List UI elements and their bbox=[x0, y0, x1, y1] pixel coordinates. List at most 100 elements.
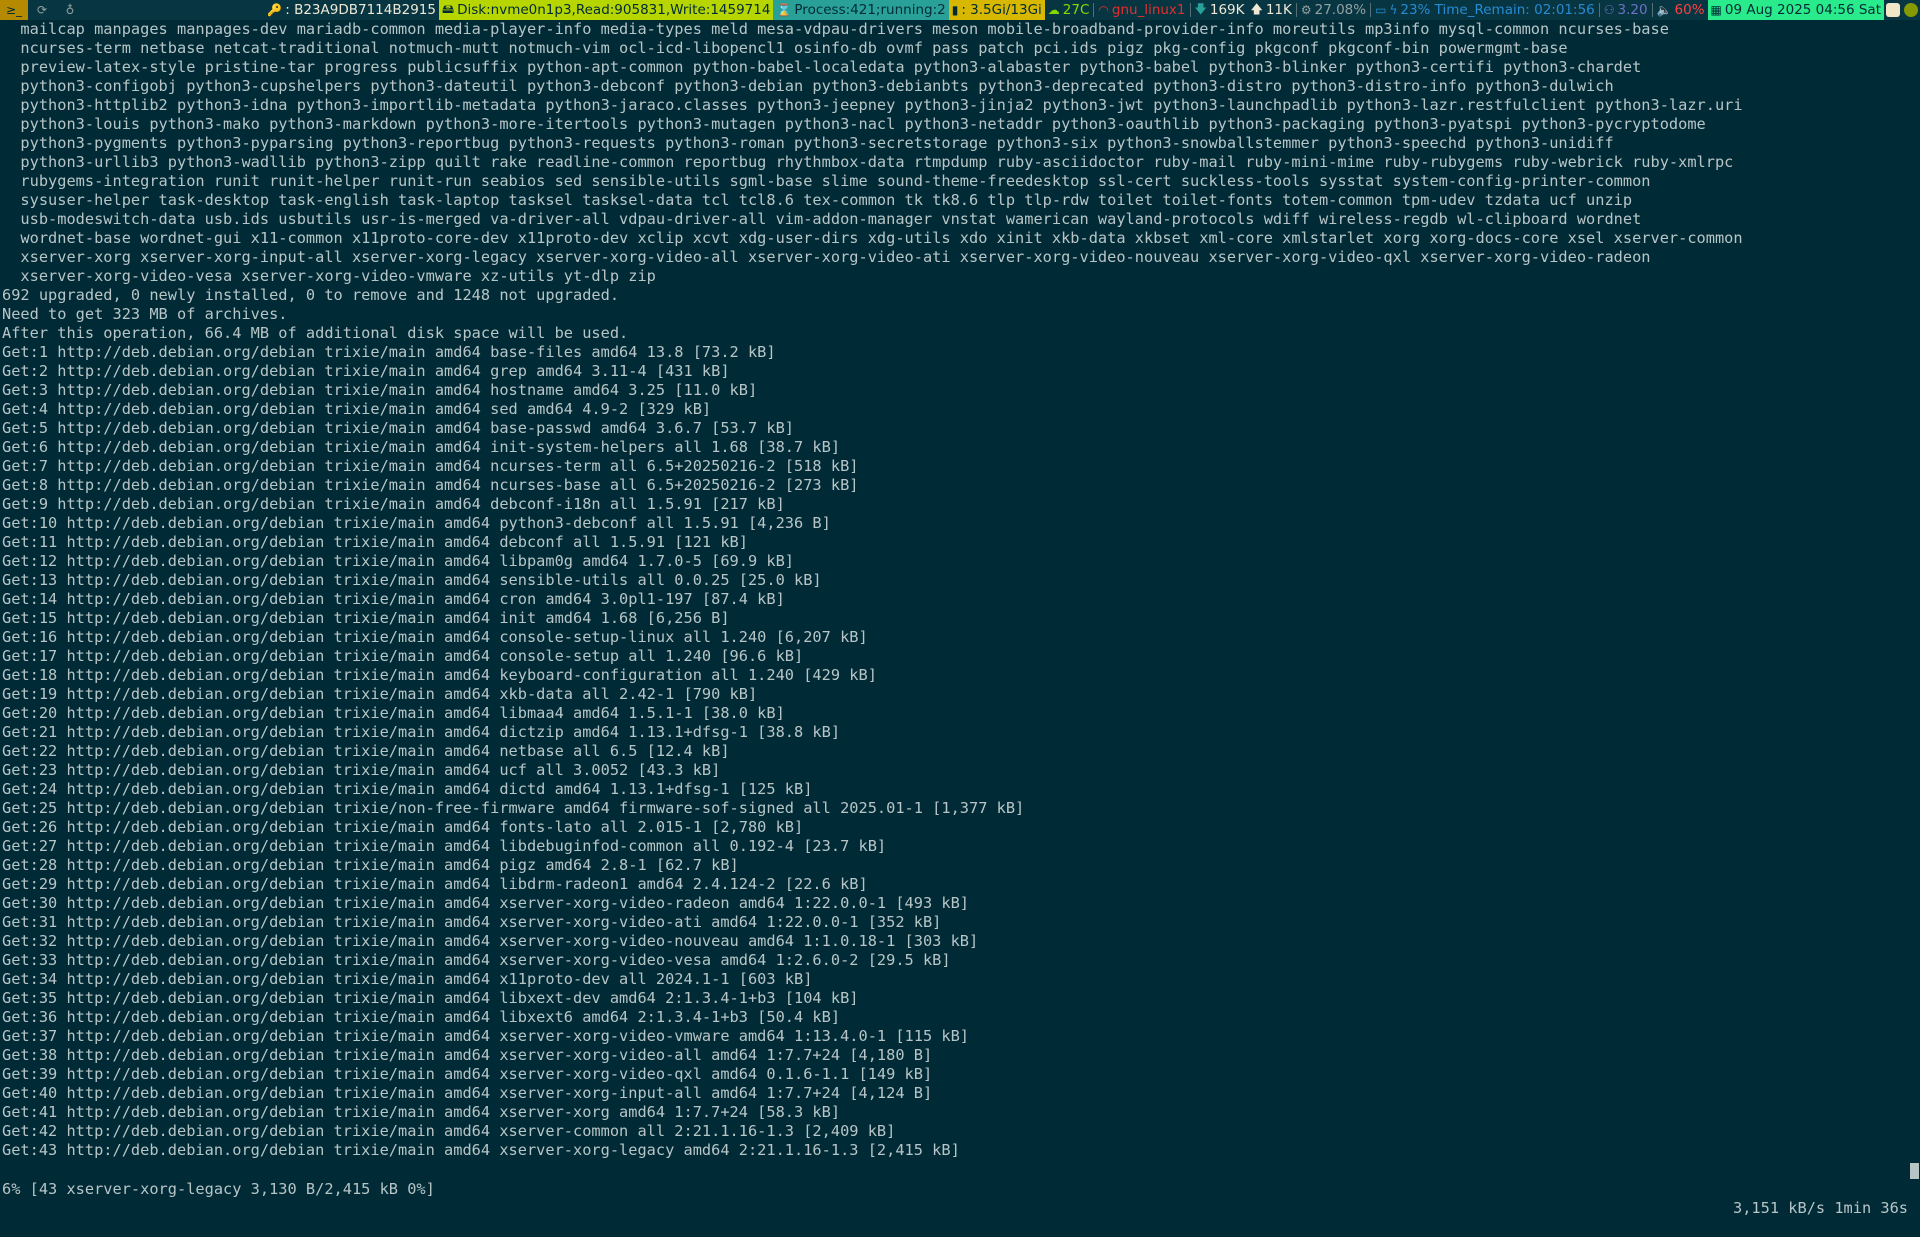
speaker-icon: 🔈 bbox=[1656, 3, 1672, 17]
tray-network-icon[interactable] bbox=[1904, 3, 1918, 17]
upload-rate: 11K bbox=[1265, 2, 1292, 18]
terminal-line: Get:38 http://deb.debian.org/debian trix… bbox=[2, 1046, 933, 1064]
terminal-line: mailcap manpages manpages-dev mariadb-co… bbox=[2, 20, 1669, 38]
terminal-line: Get:27 http://deb.debian.org/debian trix… bbox=[2, 837, 887, 855]
memory-usage: : 3.5Gi/13Gi bbox=[961, 2, 1042, 18]
network-segment[interactable]: ◠ gnu_linux1 bbox=[1095, 0, 1188, 20]
terminal-line: 692 upgraded, 0 newly installed, 0 to re… bbox=[2, 286, 620, 304]
terminal-line: Get:15 http://deb.debian.org/debian trix… bbox=[2, 609, 730, 627]
terminal-line: python3-pygments python3-pyparsing pytho… bbox=[2, 134, 1614, 152]
divider bbox=[1093, 3, 1095, 17]
terminal-line: Get:20 http://deb.debian.org/debian trix… bbox=[2, 704, 785, 722]
terminal-line: After this operation, 66.4 MB of additio… bbox=[2, 324, 629, 342]
process-icon: ⌛ bbox=[776, 3, 792, 17]
terminal-line: rubygems-integration runit runit-helper … bbox=[2, 172, 1651, 190]
divider bbox=[1598, 3, 1600, 17]
terminal-line: python3-louis python3-mako python3-markd… bbox=[2, 115, 1706, 133]
progress-status: 6% [43 xserver-xorg-legacy 3,130 B/2,415… bbox=[2, 1180, 435, 1198]
disk-icon: 🖴 bbox=[441, 1, 455, 16]
key-icon: 🔑 bbox=[267, 3, 283, 17]
terminal-line: Get:26 http://deb.debian.org/debian trix… bbox=[2, 818, 804, 836]
terminal-line: Get:35 http://deb.debian.org/debian trix… bbox=[2, 989, 859, 1007]
network-name: gnu_linux1 bbox=[1111, 2, 1186, 18]
process-segment: ⌛ Process:421;running:2 bbox=[773, 0, 949, 20]
terminal-line: Get:32 http://deb.debian.org/debian trix… bbox=[2, 932, 979, 950]
cpu-segment: ⚙ 27.08% bbox=[1298, 0, 1369, 20]
download-rate: 169K bbox=[1209, 2, 1245, 18]
download-arrow-icon: 🡇 bbox=[1194, 1, 1207, 16]
terminal-line: usb-modeswitch-data usb.ids usbutils usr… bbox=[2, 210, 1642, 228]
temperature-icon: ☁ bbox=[1047, 3, 1060, 17]
terminal-line: Get:16 http://deb.debian.org/debian trix… bbox=[2, 628, 868, 646]
volume-segment[interactable]: 🔈 60% bbox=[1654, 0, 1708, 20]
terminal-line: python3-urllib3 python3-wadllib python3-… bbox=[2, 153, 1734, 171]
cpu-icon: ⚙ bbox=[1300, 3, 1312, 17]
battery-status: 23% Time_Remain: 02:01:56 bbox=[1400, 2, 1595, 18]
flask-icon: ♁ bbox=[65, 3, 75, 17]
datetime-value: 09 Aug 2025 04:56 Sat bbox=[1724, 2, 1881, 18]
terminal-line: Get:28 http://deb.debian.org/debian trix… bbox=[2, 856, 739, 874]
memory-segment: ▮ : 3.5Gi/13Gi bbox=[948, 0, 1045, 20]
terminal-line: python3-httplib2 python3-idna python3-im… bbox=[2, 96, 1743, 114]
tray-app-icon[interactable] bbox=[1886, 3, 1900, 17]
terminal-line: ncurses-term netbase netcat-traditional … bbox=[2, 39, 1568, 57]
wifi-icon: ◠ bbox=[1098, 3, 1109, 17]
terminal-line: Get:29 http://deb.debian.org/debian trix… bbox=[2, 875, 868, 893]
terminal-line: Get:14 http://deb.debian.org/debian trix… bbox=[2, 590, 785, 608]
terminal-line: preview-latex-style pristine-tar progres… bbox=[2, 58, 1642, 76]
terminal-line: Get:23 http://deb.debian.org/debian trix… bbox=[2, 761, 721, 779]
terminal-line: Get:41 http://deb.debian.org/debian trix… bbox=[2, 1103, 841, 1121]
terminal-line: Get:7 http://deb.debian.org/debian trixi… bbox=[2, 457, 859, 475]
temperature-value: 27C bbox=[1062, 2, 1090, 18]
calendar-icon: ▦ bbox=[1710, 3, 1722, 17]
terminal-line: Get:9 http://deb.debian.org/debian trixi… bbox=[2, 495, 785, 513]
upload-arrow-icon: 🡅 bbox=[1250, 1, 1263, 16]
terminal-output[interactable]: mailcap manpages manpages-dev mariadb-co… bbox=[0, 20, 1920, 1180]
divider bbox=[1370, 3, 1372, 17]
terminal-line: Get:31 http://deb.debian.org/debian trix… bbox=[2, 913, 942, 931]
process-stats: Process:421;running:2 bbox=[794, 2, 946, 18]
terminal-line: Get:43 http://deb.debian.org/debian trix… bbox=[2, 1141, 960, 1159]
load-segment: ⚇ 3.20 bbox=[1601, 0, 1651, 20]
load-average: 3.20 bbox=[1617, 2, 1648, 18]
terminal-line: Get:2 http://deb.debian.org/debian trixi… bbox=[2, 362, 730, 380]
battery-icon: ▭ bbox=[1375, 3, 1387, 17]
terminal-line: xserver-xorg-video-vesa xserver-xorg-vid… bbox=[2, 267, 656, 285]
workspace-terminal-button[interactable]: ≥_ bbox=[0, 0, 28, 20]
divider bbox=[1651, 3, 1653, 17]
terminal-line: sysuser-helper task-desktop task-english… bbox=[2, 191, 1633, 209]
terminal-line: Get:12 http://deb.debian.org/debian trix… bbox=[2, 552, 795, 570]
terminal-cursor bbox=[1910, 1163, 1919, 1179]
host-id: : B23A9DB7114B2915 bbox=[285, 2, 436, 18]
temperature-segment: ☁ 27C bbox=[1045, 0, 1093, 20]
download-segment: 🡇 169K bbox=[1192, 0, 1248, 20]
apt-progress-line: 6% [43 xserver-xorg-legacy 3,130 B/2,415… bbox=[2, 1161, 1920, 1217]
terminal-line: Get:39 http://deb.debian.org/debian trix… bbox=[2, 1065, 933, 1083]
memory-icon: ▮ bbox=[951, 3, 959, 17]
terminal-line: Get:10 http://deb.debian.org/debian trix… bbox=[2, 514, 831, 532]
volume-level: 60% bbox=[1674, 2, 1705, 18]
workspace-3-button[interactable]: ♁ bbox=[56, 0, 84, 20]
terminal-line: Get:6 http://deb.debian.org/debian trixi… bbox=[2, 438, 841, 456]
terminal-line: xserver-xorg xserver-xorg-input-all xser… bbox=[2, 248, 1651, 266]
progress-speed: 3,151 kB/s 1min 36s bbox=[1733, 1199, 1908, 1217]
terminal-line: Get:25 http://deb.debian.org/debian trix… bbox=[2, 799, 1025, 817]
terminal-line: Get:36 http://deb.debian.org/debian trix… bbox=[2, 1008, 841, 1026]
datetime-segment[interactable]: ▦ 09 Aug 2025 04:56 Sat bbox=[1707, 0, 1884, 20]
refresh-icon: ⟳ bbox=[36, 3, 48, 17]
terminal-line: Get:34 http://deb.debian.org/debian trix… bbox=[2, 970, 813, 988]
workspace-2-button[interactable]: ⟳ bbox=[28, 0, 56, 20]
battery-segment: ▭ ϟ 23% Time_Remain: 02:01:56 bbox=[1372, 0, 1598, 20]
terminal-line: Get:11 http://deb.debian.org/debian trix… bbox=[2, 533, 748, 551]
terminal-line: Get:21 http://deb.debian.org/debian trix… bbox=[2, 723, 841, 741]
terminal-line: Get:17 http://deb.debian.org/debian trix… bbox=[2, 647, 804, 665]
terminal-line: Get:13 http://deb.debian.org/debian trix… bbox=[2, 571, 822, 589]
terminal-line: Get:1 http://deb.debian.org/debian trixi… bbox=[2, 343, 776, 361]
terminal-line: Get:18 http://deb.debian.org/debian trix… bbox=[2, 666, 877, 684]
terminal-line: Get:33 http://deb.debian.org/debian trix… bbox=[2, 951, 951, 969]
terminal-line: Need to get 323 MB of archives. bbox=[2, 305, 288, 323]
terminal-line: Get:40 http://deb.debian.org/debian trix… bbox=[2, 1084, 933, 1102]
charging-icon: ϟ bbox=[1389, 3, 1398, 17]
cpu-usage: 27.08% bbox=[1314, 2, 1367, 18]
disk-stats: Disk:nvme0n1p3,Read:905831,Write:1459714 bbox=[457, 2, 771, 18]
